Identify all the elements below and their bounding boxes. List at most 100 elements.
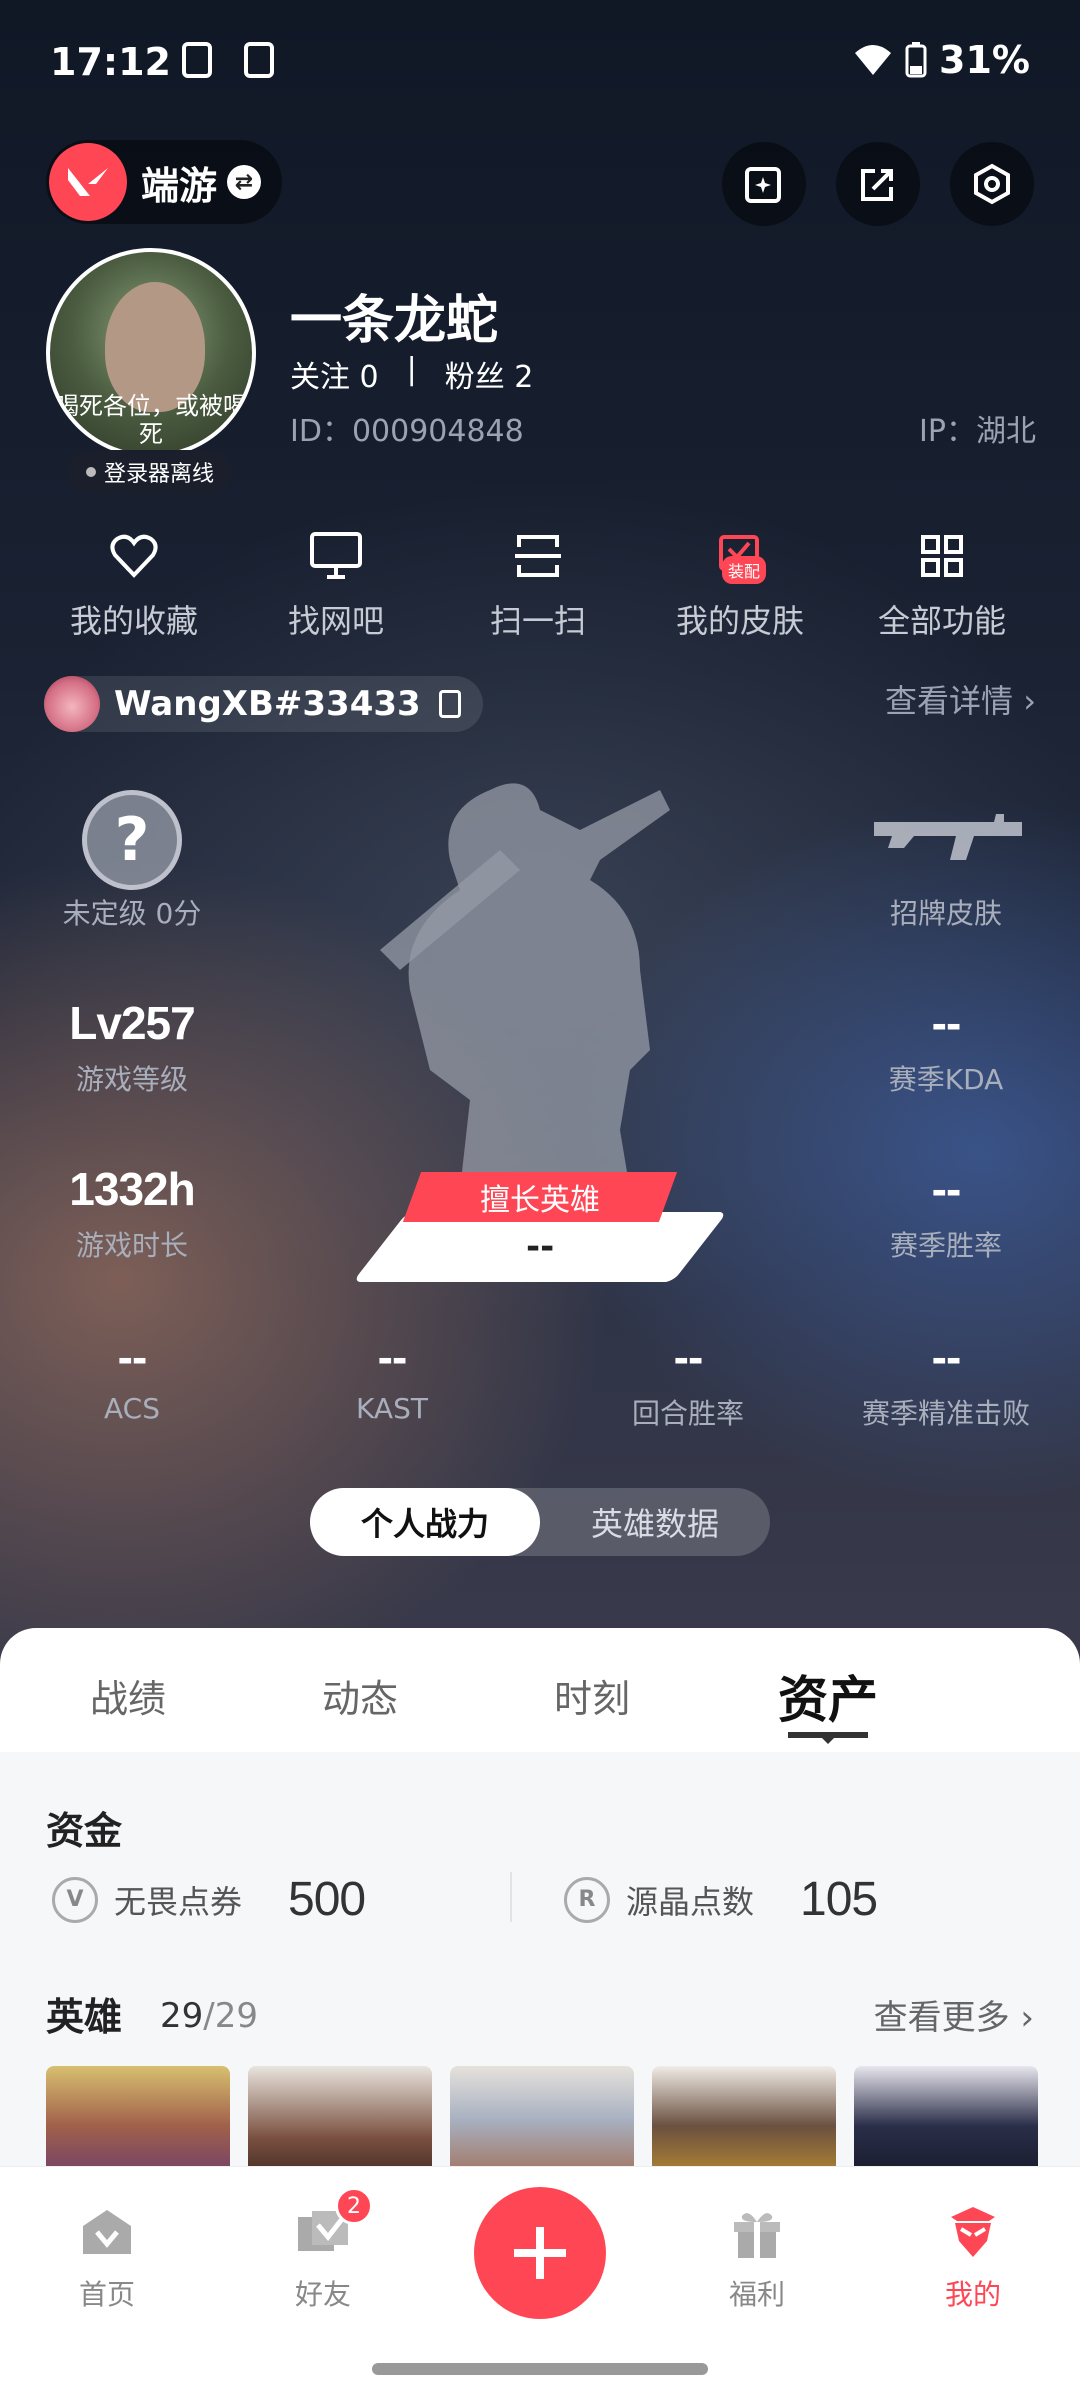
best-hero-card[interactable]: -- (352, 1212, 728, 1282)
nav-me[interactable]: 我的 (898, 2203, 1048, 2313)
game-name: 端游 (141, 163, 218, 208)
friends-icon: 2 (293, 2187, 373, 2263)
fans-count: 2 (514, 360, 534, 395)
valorant-logo-icon (49, 143, 127, 221)
fans-label: 粉丝 (444, 360, 505, 395)
playtime-value: 1332h (69, 1163, 195, 1215)
riot-id-chip[interactable]: WangXB#33433 (44, 676, 483, 732)
func-my-skins[interactable]: 装配 我的皮肤 (640, 528, 840, 642)
scan-icon (508, 528, 568, 584)
rp-balance: R 源晶点数 105 (564, 1872, 878, 1927)
headshot-label: 赛季精准击败 (861, 1397, 1030, 1430)
round-winrate-value: -- (673, 1331, 704, 1383)
headshot-value: -- (931, 1331, 962, 1383)
gift-icon (727, 2203, 787, 2263)
heroes-owned: 29 (160, 1996, 204, 2036)
heroes-count: 29/29 (160, 1996, 258, 2036)
follow-stat[interactable]: 关注 0 (290, 352, 379, 396)
funds-title: 资金 (46, 1809, 123, 1853)
view-details-link[interactable]: 查看详情 › (885, 676, 1036, 722)
kda-label: 赛季KDA (888, 1063, 1004, 1096)
settings-button[interactable] (950, 142, 1034, 226)
acs-value: -- (117, 1331, 148, 1383)
status-dot-icon (86, 467, 96, 477)
skin-icon: 装配 (710, 528, 770, 584)
copy-icon[interactable] (438, 690, 461, 718)
status-time: 17:12 (50, 40, 171, 84)
wifi-icon (855, 45, 892, 75)
rp-icon: R (564, 1876, 610, 1923)
profile-icon (943, 2203, 1003, 2263)
follow-row: 关注 0 | 粉丝 2 (290, 352, 533, 396)
rank-label: 未定级 0分 (62, 897, 202, 930)
rank-icon: ? (82, 790, 182, 890)
vp-icon: V (52, 1876, 98, 1923)
func-label: 我的收藏 (69, 602, 198, 640)
heart-icon (104, 528, 164, 584)
tab-record[interactable]: 战绩 (90, 1668, 166, 1723)
sim-icon (182, 42, 212, 78)
plus-icon (514, 2227, 566, 2279)
tab-assets[interactable]: 资产 (778, 1660, 878, 1732)
nav-welfare[interactable]: 福利 (682, 2203, 832, 2313)
acs-label: ACS (104, 1392, 160, 1425)
winrate-value: -- (931, 1163, 962, 1215)
battery-percent: 31% (939, 38, 1030, 82)
ip-location: IP：湖北 (919, 414, 1036, 449)
fans-stat[interactable]: 粉丝 2 (445, 352, 534, 396)
riot-name: WangXB#33433 (114, 684, 421, 724)
kast-label: KAST (356, 1392, 428, 1425)
vp-value: 500 (288, 1873, 366, 1926)
sparkle-edit-icon (745, 167, 781, 203)
post-plus-button[interactable] (474, 2187, 606, 2319)
nav-label: 福利 (728, 2278, 785, 2311)
view-more-heroes-link[interactable]: 查看更多 › (874, 1990, 1034, 2039)
bottom-nav: 首页 2 好友 福利 我的 (0, 2166, 1080, 2400)
edit-card-button[interactable] (722, 142, 806, 226)
settings-icon (974, 163, 1010, 205)
share-icon (861, 169, 893, 201)
currency-divider (510, 1872, 512, 1922)
func-label: 找网吧 (287, 602, 384, 640)
status-right: 31% (853, 38, 1030, 82)
tab-moments[interactable]: 时刻 (554, 1668, 630, 1723)
share-button[interactable] (836, 142, 920, 226)
grid-icon (912, 528, 972, 584)
user-id: ID：000904848 (290, 414, 524, 449)
nav-friends[interactable]: 2 好友 (248, 2187, 398, 2313)
func-find-netcafe[interactable]: 找网吧 (236, 528, 436, 642)
func-label: 我的皮肤 (675, 602, 804, 640)
nav-label: 首页 (78, 2278, 135, 2311)
phone-sync-icon (244, 42, 274, 78)
status-bar: 17:12 31% (0, 0, 1080, 120)
tab-indicator-notch (818, 1734, 838, 1746)
client-status-text: 登录器离线 (104, 462, 215, 487)
follow-separator: | (406, 352, 417, 387)
vp-balance: V 无畏点券 500 (52, 1872, 366, 1927)
func-all[interactable]: 全部功能 (842, 528, 1042, 642)
home-indicator[interactable] (372, 2363, 708, 2375)
nav-home[interactable]: 首页 (32, 2203, 182, 2313)
func-scan[interactable]: 扫一扫 (438, 528, 638, 642)
tab-feed[interactable]: 动态 (322, 1668, 398, 1723)
func-label: 全部功能 (877, 602, 1006, 640)
segment-personal-power[interactable]: 个人战力 (310, 1488, 540, 1556)
follow-label: 关注 (290, 360, 350, 395)
heroes-total: /29 (203, 1996, 258, 2036)
round-winrate-label: 回合胜率 (631, 1397, 744, 1430)
winrate-label: 赛季胜率 (889, 1229, 1002, 1262)
home-icon (77, 2203, 137, 2263)
vp-label: 无畏点券 (114, 1882, 243, 1921)
avatar[interactable]: 喝死各位，或被喝死 (46, 248, 256, 458)
segment-hero-data[interactable]: 英雄数据 (540, 1488, 770, 1556)
swap-icon: ⇄ (227, 165, 262, 199)
best-hero-value: -- (525, 1227, 555, 1267)
func-favorites[interactable]: 我的收藏 (34, 528, 234, 642)
rp-value: 105 (800, 1873, 878, 1926)
equip-badge: 装配 (722, 556, 767, 584)
rp-label: 源晶点数 (626, 1882, 755, 1921)
game-switch-button[interactable]: 端游 ⇄ (46, 140, 282, 224)
func-label: 扫一扫 (489, 602, 586, 640)
signature-skin-label: 招牌皮肤 (889, 897, 1002, 930)
nav-label: 好友 (294, 2278, 351, 2311)
